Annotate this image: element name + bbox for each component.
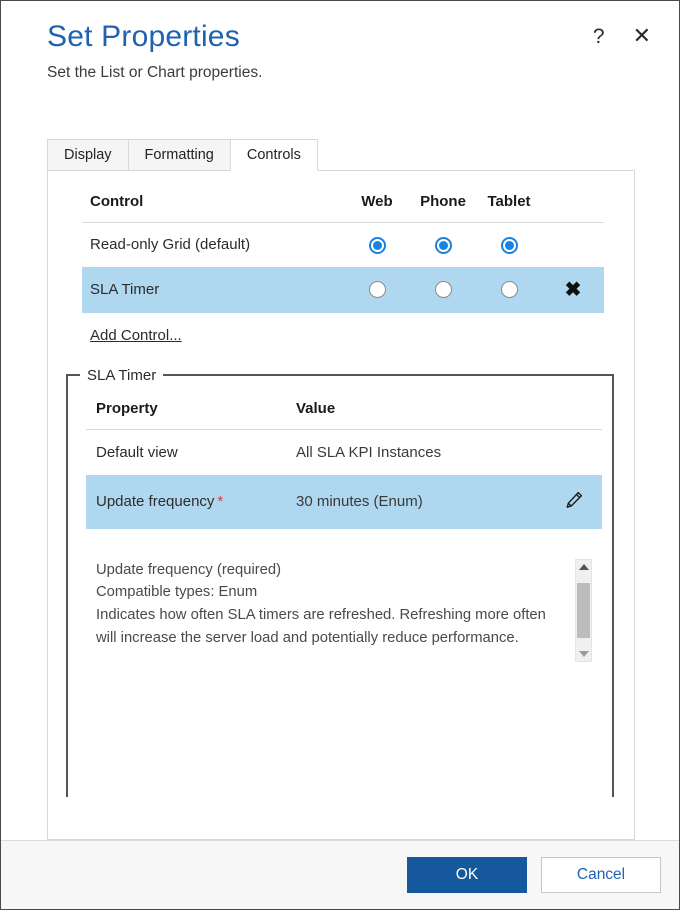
dialog-footer: OK Cancel [1, 840, 679, 909]
help-icon[interactable]: ? [589, 24, 609, 49]
table-row[interactable]: SLA Timer ✖ [82, 266, 604, 313]
column-header-edit [546, 399, 602, 430]
radio-phone-sla-timer[interactable] [434, 281, 452, 299]
property-name-cell: Update frequency * [86, 474, 296, 529]
column-header-actions [542, 193, 604, 224]
control-web-cell [344, 266, 410, 313]
property-edit-cell [546, 474, 602, 529]
control-web-cell [344, 223, 410, 267]
table-row[interactable]: Update frequency * 30 minutes (Enum) [86, 474, 602, 529]
add-control-link[interactable]: Add Control... [90, 327, 182, 344]
control-phone-cell [410, 266, 476, 313]
remove-control-icon[interactable]: ✖ [565, 280, 582, 300]
dialog-header: Set Properties Set the List or Chart pro… [1, 1, 679, 83]
table-row[interactable]: Read-only Grid (default) [82, 223, 604, 267]
cancel-button[interactable]: Cancel [541, 857, 661, 893]
set-properties-dialog: Set Properties Set the List or Chart pro… [0, 0, 680, 910]
properties-table: Property Value Default view All SLA KPI … [86, 399, 602, 529]
column-header-phone: Phone [410, 193, 476, 224]
close-icon[interactable]: ✕ [629, 23, 655, 49]
control-name: SLA Timer [82, 266, 344, 313]
property-name: Update frequency [96, 493, 215, 511]
control-tablet-cell [476, 266, 542, 313]
tab-formatting[interactable]: Formatting [127, 139, 231, 172]
control-actions-cell [542, 223, 604, 267]
scrollbar-thumb[interactable] [577, 582, 590, 638]
column-header-control: Control [82, 193, 344, 224]
radio-web-readonly-grid[interactable] [368, 236, 386, 254]
column-header-tablet: Tablet [476, 193, 542, 224]
properties-table-header-row: Property Value [86, 399, 602, 430]
page-subtitle: Set the List or Chart properties. [47, 64, 263, 81]
description-scrollbar[interactable] [575, 558, 592, 662]
control-properties-fieldset: SLA Timer Property Value Default view Al… [66, 366, 614, 797]
column-header-value: Value [296, 399, 546, 430]
tab-display[interactable]: Display [47, 139, 129, 172]
scroll-down-arrow-icon[interactable] [578, 650, 589, 657]
description-line-2: Compatible types: Enum [96, 584, 258, 601]
controls-tab-panel: Control Web Phone Tablet Read-only Grid … [47, 170, 635, 840]
column-header-web: Web [344, 193, 410, 224]
fieldset-legend: SLA Timer [87, 366, 157, 384]
property-value: 30 minutes (Enum) [296, 474, 546, 529]
control-tablet-cell [476, 223, 542, 267]
scroll-up-arrow-icon[interactable] [578, 563, 589, 570]
radio-phone-readonly-grid[interactable] [434, 236, 452, 254]
page-title: Set Properties [47, 20, 240, 53]
radio-web-sla-timer[interactable] [368, 281, 386, 299]
property-edit-cell [546, 429, 602, 475]
control-phone-cell [410, 223, 476, 267]
ok-button[interactable]: OK [407, 857, 527, 893]
description-line-1: Update frequency (required) [96, 561, 282, 578]
control-name: Read-only Grid (default) [90, 236, 251, 254]
tab-controls[interactable]: Controls [229, 139, 318, 172]
property-value: All SLA KPI Instances [296, 443, 442, 461]
radio-tablet-readonly-grid[interactable] [500, 236, 518, 254]
column-header-property: Property [86, 399, 296, 430]
radio-tablet-sla-timer[interactable] [500, 281, 518, 299]
controls-table-header-row: Control Web Phone Tablet [82, 193, 604, 224]
description-line-3: Indicates how often SLA timers are refre… [96, 606, 546, 646]
control-actions-cell: ✖ [542, 266, 604, 313]
header-actions: ? ✕ [589, 23, 655, 49]
property-description-area: Update frequency (required) Compatible t… [86, 558, 592, 662]
property-description: Update frequency (required) Compatible t… [86, 559, 575, 662]
required-marker: * [217, 493, 224, 511]
controls-table: Control Web Phone Tablet Read-only Grid … [82, 193, 604, 313]
table-row[interactable]: Default view All SLA KPI Instances [86, 429, 602, 475]
edit-pencil-icon[interactable] [563, 489, 585, 511]
tab-strip: Display Formatting Controls [47, 139, 679, 172]
property-name: Default view [96, 443, 178, 461]
